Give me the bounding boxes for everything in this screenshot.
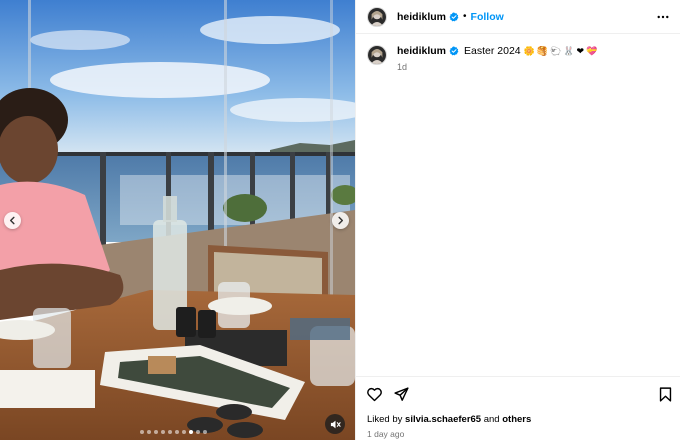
caption-emoji: 🥞 <box>536 45 549 56</box>
carousel-dot <box>161 430 165 434</box>
caption-username[interactable]: heidiklum <box>397 45 446 57</box>
avatar-image <box>368 46 386 64</box>
carousel-next-button[interactable] <box>332 212 349 229</box>
carousel-dot <box>154 430 158 434</box>
liked-by-and: and <box>483 414 500 425</box>
bookmark-icon[interactable] <box>657 386 674 403</box>
caption-timestamp: 1d <box>397 62 408 72</box>
chevron-left-icon <box>9 216 15 225</box>
verified-badge-icon <box>449 46 459 56</box>
carousel-dot <box>203 430 207 434</box>
caption-line: heidiklum Easter 2024 🌼 🥞 🐑 🐰 ❤ 💝 <box>397 45 597 57</box>
caption-emoji: 💝 <box>586 45 598 56</box>
carousel-dot <box>140 430 144 434</box>
post-actions: Liked by silvia.schaefer65 and others 1 … <box>356 376 680 440</box>
carousel-dot <box>147 430 151 434</box>
post-media[interactable] <box>0 0 355 440</box>
speaker-muted-icon <box>330 420 341 428</box>
share-icon[interactable] <box>393 386 410 403</box>
caption-emoji: 🐰 <box>563 45 575 56</box>
post-timestamp: 1 day ago <box>367 429 405 439</box>
verified-badge-icon <box>449 11 459 21</box>
mute-button[interactable] <box>325 414 345 434</box>
header-separator: • <box>463 11 467 22</box>
heart-icon[interactable] <box>366 386 383 403</box>
carousel-dot <box>189 430 193 434</box>
post-caption: heidiklum Easter 2024 🌼 🥞 🐑 🐰 ❤ 💝 1d <box>367 45 672 72</box>
follow-button[interactable]: Follow <box>471 11 504 23</box>
chevron-right-icon <box>338 216 344 225</box>
author-username[interactable]: heidiklum <box>397 11 446 23</box>
caption-emoji: 🌼 <box>523 45 535 56</box>
carousel-dot <box>182 430 186 434</box>
avatar-image <box>368 7 386 26</box>
post-details-panel: heidiklum • Follow heidiklum Easter 2024… <box>355 0 680 440</box>
post-header: heidiklum • Follow <box>356 0 680 34</box>
caption-text: Easter 2024 <box>464 45 521 57</box>
carousel-dot <box>175 430 179 434</box>
carousel-prev-button[interactable] <box>4 212 21 229</box>
liked-by-user[interactable]: silvia.schaefer65 <box>405 414 481 425</box>
more-options-button[interactable] <box>656 10 670 24</box>
carousel-dot <box>196 430 200 434</box>
liked-by-others[interactable]: others <box>502 414 531 425</box>
caption-emoji: 🐑 <box>550 45 562 56</box>
post-photo <box>0 0 355 440</box>
caption-avatar[interactable] <box>367 45 387 65</box>
caption-emojis: 🌼 🥞 🐑 🐰 ❤ 💝 <box>524 46 598 57</box>
liked-by-summary: Liked by silvia.schaefer65 and others <box>367 414 531 425</box>
caption-emoji: ❤ <box>576 45 585 56</box>
more-options-icon <box>657 15 669 19</box>
avatar[interactable] <box>367 6 387 27</box>
carousel-dot <box>168 430 172 434</box>
caption-body: heidiklum Easter 2024 🌼 🥞 🐑 🐰 ❤ 💝 1d <box>397 45 597 72</box>
carousel-indicator <box>140 430 207 434</box>
liked-by-prefix: Liked by <box>367 414 403 425</box>
